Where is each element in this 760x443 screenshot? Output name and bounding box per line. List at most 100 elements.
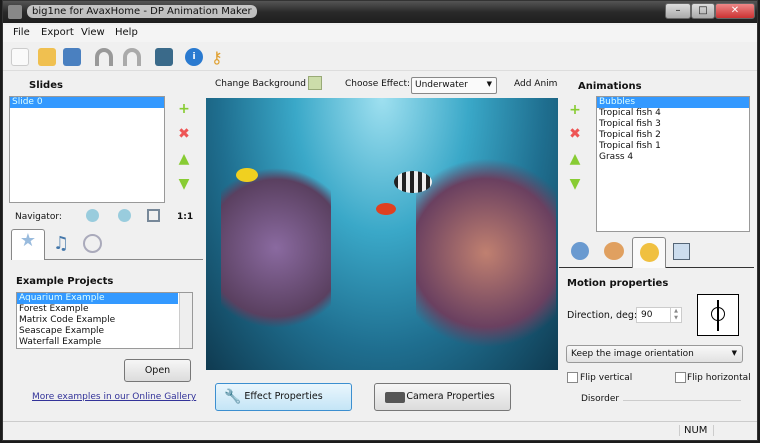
open-folder-icon[interactable] — [38, 48, 56, 66]
coral-right — [416, 138, 556, 368]
fit-icon[interactable] — [147, 209, 160, 222]
window-title: big1ne for AvaxHome - DP Animation Maker — [27, 5, 257, 18]
settings-tab-icon[interactable] — [571, 242, 589, 260]
palette-tab-icon[interactable] — [604, 242, 624, 260]
delete-slide-icon[interactable]: ✖ — [177, 127, 191, 141]
choose-effect-label: Choose Effect: — [345, 79, 411, 89]
menu-export[interactable]: Export — [41, 27, 74, 38]
tab-divider — [559, 267, 632, 268]
canvas-preview[interactable] — [206, 98, 558, 370]
info-icon[interactable]: i — [185, 48, 203, 66]
open-button[interactable]: Open — [124, 359, 191, 382]
save-icon[interactable] — [63, 48, 81, 66]
navigator-label: Navigator: — [15, 212, 62, 222]
flip-horizontal-label: Flip horizontal — [687, 373, 751, 383]
change-background-button[interactable]: Change Background — [215, 79, 306, 89]
list-item[interactable]: Tropical fish 3 — [597, 119, 749, 130]
slides-label: Slides — [29, 80, 63, 91]
redo-icon[interactable] — [123, 48, 141, 66]
wrench-icon: 🔧 — [224, 389, 242, 405]
menu-bar: File Export View Help — [3, 25, 757, 42]
minimize-button[interactable]: – — [665, 3, 691, 19]
flip-horizontal-checkbox[interactable] — [675, 372, 686, 383]
menu-view[interactable]: View — [81, 27, 105, 38]
fish — [376, 203, 396, 215]
fish — [394, 171, 432, 193]
new-file-icon[interactable] — [11, 48, 29, 66]
camera-icon — [385, 392, 405, 403]
star-icon: ★ — [19, 230, 37, 251]
bounds-tab-icon[interactable] — [673, 243, 690, 260]
status-bar: NUM — [3, 421, 757, 440]
zoom-in-icon[interactable] — [86, 209, 99, 222]
background-image-icon[interactable] — [308, 76, 322, 90]
move-up-icon[interactable]: ▲ — [568, 152, 582, 166]
camera-properties-label: Camera Properties — [406, 391, 495, 402]
app-window: big1ne for AvaxHome - DP Animation Maker… — [2, 0, 758, 441]
animations-label: Animations — [578, 81, 642, 92]
title-bar: big1ne for AvaxHome - DP Animation Maker… — [3, 1, 757, 23]
direction-value: 90 — [641, 310, 653, 320]
disorder-label: Disorder — [581, 394, 620, 404]
motion-properties-label: Motion properties — [567, 278, 669, 289]
add-animation-button[interactable]: Add Anima — [514, 79, 558, 89]
list-item[interactable]: Tropical fish 4 — [597, 108, 749, 119]
tab-divider — [45, 259, 203, 260]
clock-icon[interactable] — [83, 234, 102, 253]
animations-list[interactable]: Bubbles Tropical fish 4 Tropical fish 3 … — [596, 96, 750, 232]
effect-value: Underwater — [415, 80, 468, 90]
menu-file[interactable]: File — [13, 27, 30, 38]
flip-vertical-checkbox[interactable] — [567, 372, 578, 383]
zoom-out-icon[interactable] — [118, 209, 131, 222]
list-item[interactable]: Matrix Code Example — [17, 315, 192, 326]
spin-buttons[interactable]: ▲ ▼ — [670, 308, 681, 322]
list-item[interactable]: Tropical fish 1 — [597, 141, 749, 152]
online-gallery-link[interactable]: More examples in our Online Gallery — [32, 392, 196, 402]
move-down-icon[interactable]: ▼ — [177, 177, 191, 191]
effect-select[interactable]: Underwater ▼ — [411, 77, 497, 94]
actual-size-button[interactable]: 1:1 — [177, 212, 193, 222]
menu-help[interactable]: Help — [115, 27, 138, 38]
list-item[interactable]: Bubbles — [597, 97, 749, 108]
slides-list[interactable]: Slide 0 — [9, 96, 165, 203]
list-item[interactable]: Forest Example — [17, 304, 192, 315]
delete-animation-icon[interactable]: ✖ — [568, 127, 582, 141]
camera-properties-button[interactable]: Camera Properties — [374, 383, 511, 411]
list-item[interactable]: Tropical fish 2 — [597, 130, 749, 141]
effect-properties-button[interactable]: 🔧 Effect Properties — [215, 383, 352, 411]
maximize-button[interactable]: □ — [691, 3, 715, 19]
status-num: NUM — [679, 425, 715, 436]
app-icon — [8, 5, 22, 19]
list-item[interactable]: Aquarium Example — [17, 293, 178, 304]
slide-item[interactable]: Slide 0 — [10, 97, 164, 108]
compass-icon — [639, 243, 659, 262]
flip-vertical-label: Flip vertical — [580, 373, 633, 383]
add-slide-icon[interactable]: + — [177, 102, 191, 116]
arrow-shaft — [717, 300, 719, 331]
list-item[interactable]: Grass 4 — [597, 152, 749, 163]
tab-examples[interactable]: ★ — [11, 229, 45, 260]
tab-motion[interactable] — [632, 237, 666, 268]
chevron-down-icon: ▼ — [486, 80, 492, 88]
key-icon[interactable]: ⚷ — [211, 48, 229, 67]
tab-divider — [666, 267, 754, 268]
examples-list[interactable]: Aquarium Example Forest Example Matrix C… — [16, 292, 193, 349]
close-button[interactable]: ✕ — [715, 3, 755, 19]
fish — [236, 168, 258, 182]
move-down-icon[interactable]: ▼ — [568, 177, 582, 191]
list-item[interactable]: Waterfall Example — [17, 337, 192, 348]
orientation-select[interactable]: Keep the image orientation ▼ — [566, 345, 743, 363]
chevron-down-icon: ▼ — [731, 349, 737, 357]
add-animation-icon[interactable]: + — [568, 103, 582, 117]
move-up-icon[interactable]: ▲ — [177, 152, 191, 166]
list-item[interactable]: Seascape Example — [17, 326, 192, 337]
group-divider — [623, 400, 741, 401]
orientation-value: Keep the image orientation — [571, 349, 694, 359]
movie-export-icon[interactable] — [155, 48, 173, 66]
direction-preview — [697, 294, 739, 336]
scrollbar[interactable] — [179, 293, 192, 348]
toolbar: i ⚷ — [3, 43, 757, 71]
music-icon[interactable]: ♫ — [53, 233, 69, 254]
undo-icon[interactable] — [95, 48, 113, 66]
direction-input[interactable]: 90 ▲ ▼ — [636, 307, 682, 323]
